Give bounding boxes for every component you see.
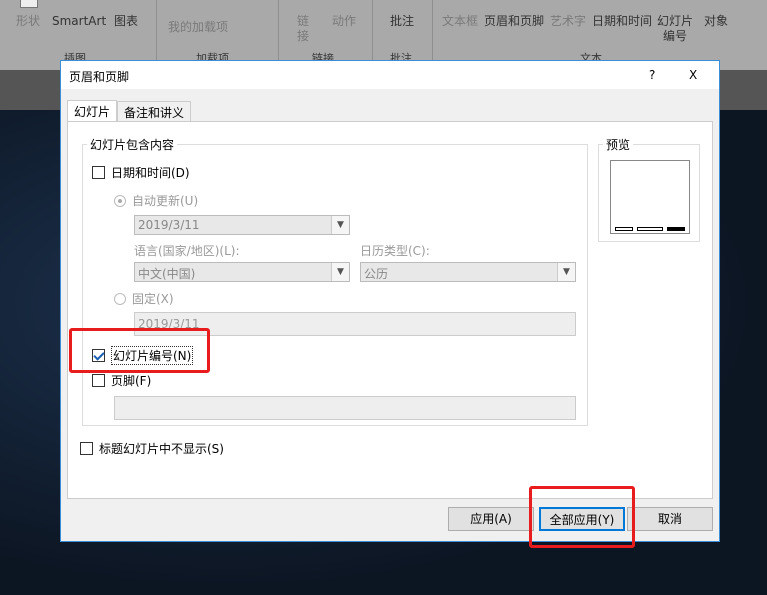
footer-input[interactable] xyxy=(114,396,576,420)
group-label: 幻灯片包含内容 xyxy=(90,138,175,152)
dialog-titlebar: 页眉和页脚 ? X xyxy=(61,61,719,89)
ribbon-textbox[interactable]: 文本框 xyxy=(442,14,478,29)
chevron-down-icon: ▼ xyxy=(331,263,349,281)
date-time-label: 日期和时间(D) xyxy=(111,166,190,180)
ribbon-action[interactable]: 动作 xyxy=(332,14,356,29)
tab-panel: 幻灯片包含内容 日期和时间(D) 自动更新(U) 2019/3/11 ▼ 语言(国… xyxy=(67,121,713,499)
language-label: 语言(国家/地区)(L): xyxy=(134,244,240,258)
hide-title-checkbox[interactable]: 标题幻灯片中不显示(S) xyxy=(80,440,224,457)
separator xyxy=(156,0,157,62)
calendar-select[interactable]: 公历 ▼ xyxy=(360,262,576,282)
chevron-down-icon: ▼ xyxy=(331,216,349,234)
preview-number-placeholder xyxy=(667,227,685,231)
chevron-down-icon: ▼ xyxy=(557,263,575,281)
ribbon-header-footer[interactable]: 页眉和页脚 xyxy=(484,14,544,29)
date-time-checkbox[interactable]: 日期和时间(D) xyxy=(92,164,190,181)
ribbon-slide-number[interactable]: 幻灯片编号 xyxy=(657,14,693,44)
separator xyxy=(372,0,373,62)
ribbon-date-time[interactable]: 日期和时间 xyxy=(592,14,652,29)
fixed-radio[interactable]: 固定(X) xyxy=(114,290,174,307)
footer-label: 页脚(F) xyxy=(111,374,152,388)
close-button[interactable]: X xyxy=(689,68,697,82)
cancel-button[interactable]: 取消 xyxy=(627,507,713,531)
language-select[interactable]: 中文(中国) ▼ xyxy=(134,262,350,282)
ribbon-comment[interactable]: 批注 xyxy=(390,14,414,29)
preview-date-placeholder xyxy=(615,227,633,231)
auto-update-radio[interactable]: 自动更新(U) xyxy=(114,192,198,209)
help-button[interactable]: ? xyxy=(649,68,655,82)
auto-update-label: 自动更新(U) xyxy=(132,194,199,208)
hide-title-label: 标题幻灯片中不显示(S) xyxy=(99,442,224,456)
dialog-title: 页眉和页脚 xyxy=(69,70,130,84)
apply-button[interactable]: 应用(A) xyxy=(448,507,534,531)
separator xyxy=(432,0,433,62)
header-footer-dialog: 页眉和页脚 ? X 幻灯片 备注和讲义 幻灯片包含内容 日期和时间(D) 自动更… xyxy=(60,60,720,548)
preview-footer-placeholder xyxy=(637,227,663,231)
calendar-label: 日历类型(C): xyxy=(360,244,430,258)
ribbon-object[interactable]: 对象 xyxy=(704,14,728,29)
ribbon-chart[interactable]: 图表 xyxy=(114,14,138,29)
separator xyxy=(278,0,279,62)
date-format-select[interactable]: 2019/3/11 ▼ xyxy=(134,215,350,235)
ribbon-smartart[interactable]: SmartArt xyxy=(52,14,106,29)
ribbon-wordart[interactable]: 艺术字 xyxy=(550,14,586,29)
fixed-label: 固定(X) xyxy=(132,292,174,306)
highlight-box xyxy=(529,486,635,548)
tab-notes-handouts[interactable]: 备注和讲义 xyxy=(117,101,192,121)
ribbon-shapes[interactable]: 形状 xyxy=(16,14,40,29)
footer-checkbox[interactable]: 页脚(F) xyxy=(92,372,151,389)
tab-slide[interactable]: 幻灯片 xyxy=(67,100,118,122)
highlight-box xyxy=(69,328,210,373)
preview-label: 预览 xyxy=(606,138,631,152)
ribbon-link[interactable]: 链接 xyxy=(296,14,310,44)
preview-slide xyxy=(610,160,690,234)
shape-icon xyxy=(20,0,38,8)
ribbon-my-addins[interactable]: 我的加载项 xyxy=(168,20,228,35)
